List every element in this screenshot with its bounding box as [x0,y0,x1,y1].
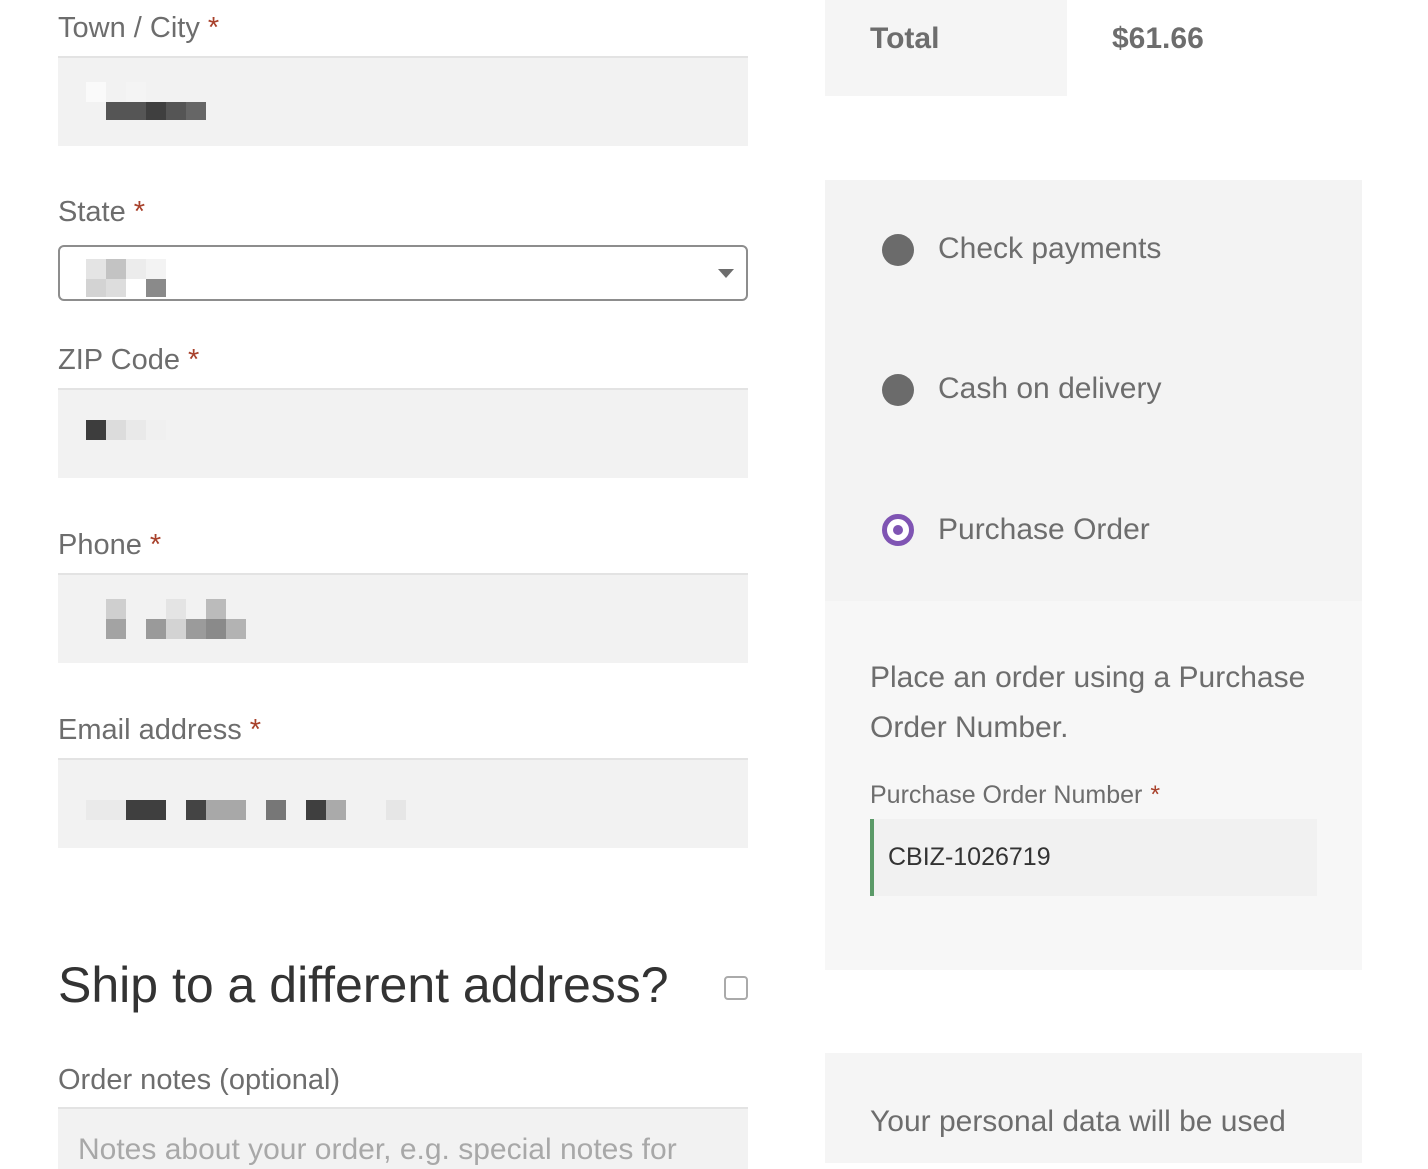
payment-description-box: Place an order using a Purchase Order Nu… [825,601,1362,970]
order-notes-placeholder: Notes about your order, e.g. special not… [78,1133,677,1166]
privacy-notice-box: Your personal data will be used [825,1053,1362,1163]
state-label-text: State [58,196,126,228]
state-label: State * [58,196,145,229]
zip-label-text: ZIP Code [58,344,180,376]
email-label: Email address * [58,714,261,747]
order-total-label: Total [870,22,940,55]
ship-to-different-address-checkbox[interactable] [724,976,748,1000]
order-notes-label: Order notes (optional) [58,1064,341,1096]
po-number-label: Purchase Order Number * [870,781,1160,810]
po-number-input[interactable]: CBIZ-1026719 [870,819,1317,896]
payment-method-label: Check payments [938,232,1162,265]
payment-methods-box: Check payments Cash on delivery Purchase… [825,180,1362,970]
radio-unselected-icon[interactable] [882,374,914,406]
zip-input[interactable] [58,388,748,478]
required-marker: * [133,196,146,228]
payment-description: Place an order using a Purchase Order Nu… [870,661,1306,744]
required-marker: * [149,529,162,561]
email-label-text: Email address [58,714,242,746]
phone-label-text: Phone [58,529,142,561]
order-notes-textarea[interactable]: Notes about your order, e.g. special not… [58,1107,748,1169]
required-marker: * [207,12,220,44]
city-label-text: Town / City [58,12,200,44]
phone-input[interactable] [58,573,748,663]
city-input[interactable] [58,56,748,146]
privacy-notice-text: Your personal data will be used [870,1105,1286,1138]
payment-method-label: Cash on delivery [938,372,1162,405]
email-input[interactable] [58,758,748,848]
required-marker: * [249,714,262,746]
state-select[interactable] [58,245,748,301]
required-marker: * [1150,781,1161,809]
zip-label: ZIP Code * [58,344,199,377]
payment-method-label: Purchase Order [938,513,1150,546]
chevron-down-icon [718,269,734,278]
radio-selected-icon[interactable] [882,514,914,546]
po-number-label-text: Purchase Order Number [870,781,1143,809]
order-total-label-cell: Total [825,0,1067,96]
po-number-value: CBIZ-1026719 [888,843,1051,871]
required-marker: * [187,344,200,376]
city-label: Town / City * [58,12,219,45]
phone-label: Phone * [58,529,161,562]
ship-to-different-address-heading: Ship to a different address? [58,957,669,1013]
order-total-value: $61.66 [1112,22,1204,55]
radio-unselected-icon[interactable] [882,234,914,266]
